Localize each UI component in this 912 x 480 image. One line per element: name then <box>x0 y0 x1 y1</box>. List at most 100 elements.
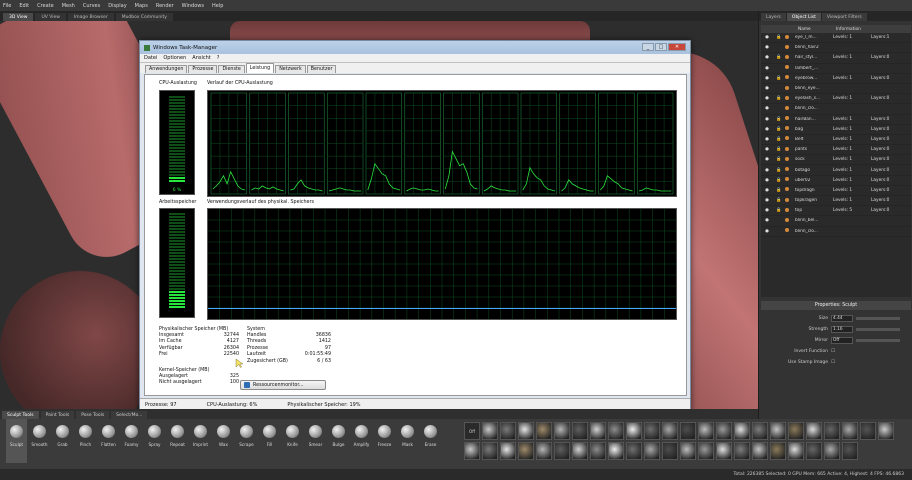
lock-icon[interactable]: 🔒 <box>773 117 785 122</box>
tm-menu-item[interactable]: Datei <box>144 55 157 61</box>
lock-icon[interactable]: 🔒 <box>773 76 785 81</box>
object-row[interactable]: ● blinn_bel... <box>761 216 911 227</box>
visibility-icon[interactable]: ● <box>761 117 773 122</box>
task-manager-window[interactable]: Windows Task-Manager _ □ ✕ Datei Optionen… <box>139 40 691 411</box>
lock-icon[interactable]: 🔒 <box>773 208 785 213</box>
object-row[interactable]: ● 🔒 topkragen Levels: 1 Layers:0 <box>761 196 911 207</box>
lock-icon[interactable]: 🔒 <box>773 198 785 203</box>
stamp-off-button[interactable]: Off <box>464 422 480 440</box>
property-slider[interactable] <box>856 328 900 331</box>
lock-icon[interactable]: 🔒 <box>773 96 785 101</box>
tool-knife[interactable]: Knife <box>282 419 303 463</box>
stamp-thumbnail[interactable] <box>698 442 714 460</box>
object-row[interactable]: ● 🔒 bag Levels: 1 Layers:0 <box>761 125 911 135</box>
property-value-field[interactable]: 1.16 <box>831 326 853 333</box>
lock-icon[interactable]: 🔒 <box>773 157 785 162</box>
tool-scrape[interactable]: Scrape <box>236 419 257 463</box>
tab-mudbox-community[interactable]: Mudbox Community <box>115 13 173 21</box>
stamp-thumbnail[interactable] <box>464 442 480 460</box>
stamp-thumbnail[interactable] <box>806 442 822 460</box>
stamp-thumbnail[interactable] <box>626 442 642 460</box>
tm-menu-item[interactable]: ? <box>217 55 220 61</box>
tab-netzwerk[interactable]: Netzwerk <box>275 65 306 73</box>
object-row[interactable]: ● 🔒 topdragn Levels: 1 Layers:0 <box>761 186 911 196</box>
visibility-icon[interactable]: ● <box>761 66 773 71</box>
tool-smooth[interactable]: Smooth <box>29 419 50 463</box>
stamp-thumbnail[interactable] <box>716 422 732 440</box>
visibility-icon[interactable]: ● <box>761 55 773 60</box>
visibility-icon[interactable]: ● <box>761 96 773 101</box>
visibility-icon[interactable]: ● <box>761 35 773 40</box>
tool-freeze[interactable]: Freeze <box>374 419 395 463</box>
object-row[interactable]: ● 🔒 hair_styl... Levels: 1 Layers:0 <box>761 53 911 64</box>
tm-menu-item[interactable]: Optionen <box>163 55 186 61</box>
tool-smear[interactable]: Smear <box>305 419 326 463</box>
tab-leistung[interactable]: Leistung <box>245 63 275 73</box>
visibility-icon[interactable]: ● <box>761 127 773 132</box>
stamp-thumbnail[interactable] <box>842 422 858 440</box>
tab-layers[interactable]: Layers <box>761 13 786 21</box>
property-slider[interactable] <box>856 339 900 342</box>
stamp-thumbnail[interactable] <box>572 442 588 460</box>
tool-amplify[interactable]: Amplify <box>351 419 372 463</box>
stamp-thumbnail[interactable] <box>536 442 552 460</box>
object-row[interactable]: ● blinn_hair2 <box>761 43 911 54</box>
stamp-thumbnail[interactable] <box>770 422 786 440</box>
stamp-thumbnail[interactable] <box>824 442 840 460</box>
object-row[interactable]: ● 🔒 top Levels: 5 Layers:0 <box>761 206 911 217</box>
visibility-icon[interactable]: ● <box>761 208 773 213</box>
tool-imprint[interactable]: Imprint <box>190 419 211 463</box>
tool-foamy[interactable]: Foamy <box>121 419 142 463</box>
maximize-button[interactable]: □ <box>655 43 667 51</box>
stamp-thumbnail[interactable] <box>500 442 516 460</box>
tool-pinch[interactable]: Pinch <box>75 419 96 463</box>
tool-flatten[interactable]: Flatten <box>98 419 119 463</box>
visibility-icon[interactable]: ● <box>761 76 773 81</box>
stamp-thumbnail[interactable] <box>482 442 498 460</box>
object-row[interactable]: ● lambert_... <box>761 64 911 74</box>
lock-icon[interactable]: 🔒 <box>773 178 785 183</box>
visibility-icon[interactable]: ● <box>761 229 773 234</box>
shelf-tab[interactable]: Pose Tools <box>76 411 110 419</box>
tool-bulge[interactable]: Bulge <box>328 419 349 463</box>
tool-sculpt[interactable]: Sculpt <box>6 419 27 463</box>
menu-item-display[interactable]: Display <box>108 3 126 9</box>
stamp-thumbnail[interactable] <box>788 422 804 440</box>
visibility-icon[interactable]: ● <box>761 137 773 142</box>
visibility-icon[interactable]: ● <box>761 106 773 111</box>
stamp-thumbnail[interactable] <box>860 422 876 440</box>
tool-grab[interactable]: Grab <box>52 419 73 463</box>
tab-object-list[interactable]: Object List <box>786 13 821 21</box>
tab-uv-view[interactable]: UV View <box>35 13 66 21</box>
stamp-thumbnail[interactable] <box>734 422 750 440</box>
visibility-icon[interactable]: ● <box>761 157 773 162</box>
menu-item-curves[interactable]: Curves <box>83 3 100 9</box>
object-row[interactable]: ● 🔒 hairBan... Levels: 1 Layers:0 <box>761 115 911 125</box>
shelf-tab[interactable]: Select/Mo... <box>111 411 148 419</box>
task-manager-titlebar[interactable]: Windows Task-Manager _ □ ✕ <box>140 41 690 54</box>
shelf-tab[interactable]: Sculpt Tools <box>2 411 39 419</box>
stamp-thumbnail[interactable] <box>572 422 588 440</box>
menu-item-windows[interactable]: Windows <box>182 3 204 9</box>
tab-3d-view[interactable]: 3D View <box>3 13 34 21</box>
stamp-thumbnail[interactable] <box>644 442 660 460</box>
visibility-icon[interactable]: ● <box>761 188 773 193</box>
stamp-thumbnail[interactable] <box>518 422 534 440</box>
stamp-thumbnail[interactable] <box>680 422 696 440</box>
object-row[interactable]: ● blinn_eye... <box>761 84 911 95</box>
visibility-icon[interactable]: ● <box>761 168 773 173</box>
stamp-thumbnail[interactable] <box>824 422 840 440</box>
stamp-thumbnail[interactable] <box>806 422 822 440</box>
visibility-icon[interactable]: ● <box>761 147 773 152</box>
lock-icon[interactable]: 🔒 <box>773 137 785 142</box>
lock-icon[interactable]: 🔒 <box>773 35 785 40</box>
stamp-thumbnail[interactable] <box>878 422 894 440</box>
tab-prozesse[interactable]: Prozesse <box>188 65 218 73</box>
visibility-icon[interactable]: ● <box>761 218 773 223</box>
menu-item-file[interactable]: File <box>3 3 11 9</box>
menu-item-create[interactable]: Create <box>37 3 54 9</box>
stamp-thumbnail[interactable] <box>554 442 570 460</box>
object-row[interactable]: ● 🔒 uber02 Levels: 1 Layers:0 <box>761 176 911 186</box>
tab-dienste[interactable]: Dienste <box>218 65 245 73</box>
object-row[interactable]: ● 🔒 Belt Levels: 1 Layers:0 <box>761 135 911 146</box>
